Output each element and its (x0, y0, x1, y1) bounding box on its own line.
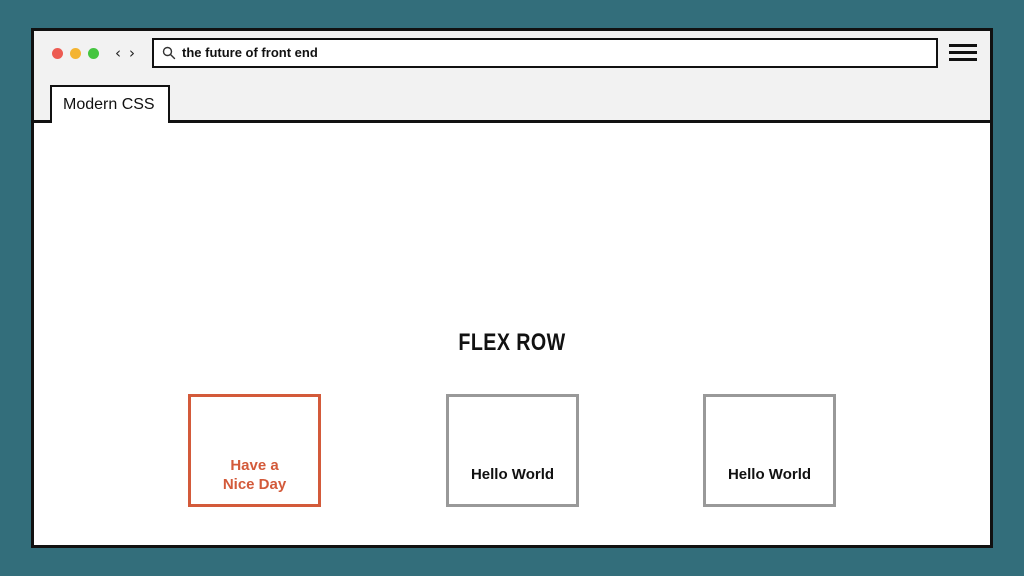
tab-modern-css[interactable]: Modern CSS (50, 85, 170, 123)
flex-item-text: Hello World (727, 466, 812, 483)
chevron-right-icon[interactable]: › (129, 41, 135, 65)
page-title: FLEX ROW (458, 329, 566, 356)
flex-item-text: Hello World (470, 466, 555, 483)
browser-window: ‹ › the future of front end Modern CSS F… (31, 28, 993, 548)
flex-item-text: Have a Nice Day (222, 457, 287, 493)
flex-item-box: Hello World (446, 394, 579, 507)
flex-item-box: Hello World (703, 394, 836, 507)
address-bar[interactable]: the future of front end (152, 38, 938, 68)
maximize-window-button[interactable] (88, 48, 99, 59)
chevron-left-icon[interactable]: ‹ (115, 41, 121, 65)
search-icon (162, 46, 176, 60)
hamburger-menu-icon[interactable] (949, 42, 977, 64)
close-window-button[interactable] (52, 48, 63, 59)
flex-item-box: Have a Nice Day (188, 394, 321, 507)
address-text: the future of front end (182, 45, 318, 60)
minimize-window-button[interactable] (70, 48, 81, 59)
browser-chrome: ‹ › the future of front end Modern CSS (34, 31, 990, 123)
page-content: FLEX ROW Have a Nice Day Hello World Hel… (34, 123, 990, 545)
